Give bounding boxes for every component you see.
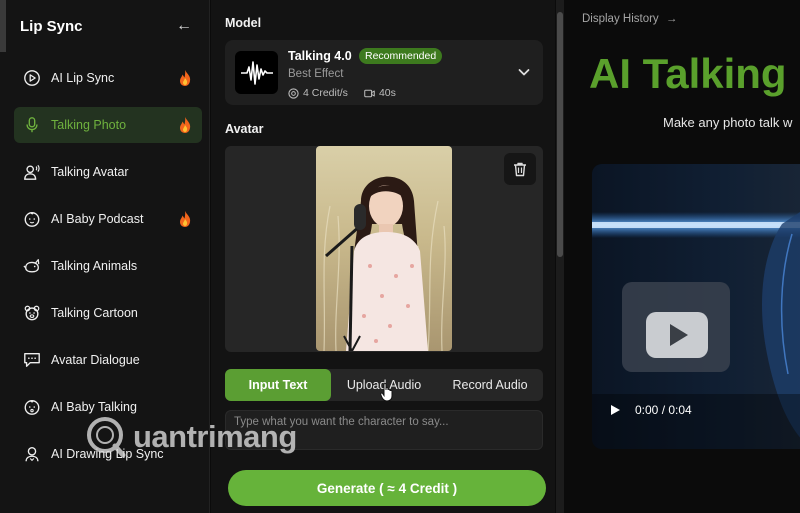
cartoon-bear-icon	[22, 303, 42, 323]
sidebar-item-talking-cartoon[interactable]: Talking Cartoon	[14, 295, 202, 331]
avatar-photo	[316, 146, 452, 351]
model-meta: 4 Credit/s 40s	[288, 87, 396, 99]
model-thumbnail	[235, 51, 278, 94]
sidebar-item-label: AI Lip Sync	[51, 71, 115, 85]
play-icon[interactable]	[609, 404, 621, 416]
arrow-right-icon: →	[665, 13, 678, 25]
model-section-label: Model	[225, 16, 262, 30]
recommended-badge: Recommended	[359, 48, 443, 64]
sidebar-item-label: Talking Cartoon	[51, 306, 138, 320]
video-duration-icon	[364, 89, 375, 97]
baby-face-icon	[22, 209, 42, 229]
hero-subtitle: Make any photo talk w	[663, 115, 793, 130]
avatar-section-label: Avatar	[225, 122, 264, 136]
model-subtitle: Best Effect	[288, 68, 344, 80]
sidebar-item-label: Talking Animals	[51, 259, 138, 273]
microphone-icon	[22, 115, 42, 135]
watermark: uantrimang	[85, 412, 315, 462]
animal-icon	[22, 256, 42, 276]
waveform-icon	[240, 60, 273, 85]
tab-input-text[interactable]: Input Text	[225, 369, 331, 401]
display-history-label: Display History	[582, 13, 659, 25]
model-selector[interactable]: Talking 4.0 Recommended Best Effect 4 Cr…	[225, 40, 543, 105]
sidebar-item-avatar-dialogue[interactable]: Avatar Dialogue	[14, 342, 202, 378]
video-controls: 0:00 / 0:04	[609, 403, 692, 417]
play-circle-icon	[22, 68, 42, 88]
model-name: Talking 4.0	[288, 49, 352, 63]
generate-button[interactable]: Generate ( ≈ 4 Credit )	[228, 470, 546, 506]
sidebar-item-label: Avatar Dialogue	[51, 353, 140, 367]
drawing-person-icon	[22, 444, 42, 464]
hand-cursor-icon	[380, 383, 393, 402]
sidebar-item-talking-animals[interactable]: Talking Animals	[14, 248, 202, 284]
tab-record-audio[interactable]: Record Audio	[437, 369, 543, 401]
sidebar-item-ai-baby-podcast[interactable]: AI Baby Podcast	[14, 201, 202, 237]
sidebar-edge-strip	[0, 0, 6, 52]
sidebar-item-label: Talking Avatar	[51, 165, 129, 179]
fire-icon	[180, 117, 191, 133]
person-speaking-icon	[22, 162, 42, 182]
back-arrow-icon[interactable]: ←	[176, 17, 192, 35]
sidebar-item-talking-photo[interactable]: Talking Photo	[14, 107, 202, 143]
sidebar-item-ai-lip-sync[interactable]: AI Lip Sync	[14, 60, 202, 96]
display-history-link[interactable]: Display History →	[582, 13, 677, 25]
video-time: 0:00 / 0:04	[635, 403, 692, 417]
baby-icon	[22, 397, 42, 417]
delete-avatar-button[interactable]	[504, 153, 536, 185]
preview-panel: Display History → AI Talking P Make any …	[565, 0, 800, 513]
hero-title: AI Talking P	[589, 50, 800, 97]
sidebar-title: Lip Sync	[20, 17, 83, 35]
credit-icon	[288, 87, 299, 99]
scrollbar-thumb[interactable]	[557, 12, 563, 257]
sidebar-item-label: AI Baby Podcast	[51, 212, 144, 226]
trash-icon	[514, 162, 526, 177]
watermark-text: uantrimang	[133, 419, 297, 454]
chevron-down-icon[interactable]	[517, 65, 531, 79]
fire-icon	[180, 70, 191, 86]
dialogue-icon	[22, 350, 42, 370]
fire-icon	[180, 211, 191, 227]
model-credits: 4 Credit/s	[303, 87, 348, 99]
sidebar-item-label: Talking Photo	[51, 118, 127, 132]
model-duration: 40s	[378, 87, 396, 99]
watermark-logo-icon	[87, 417, 126, 458]
sidebar-header: Lip Sync ←	[20, 14, 192, 38]
sidebar-item-talking-avatar[interactable]: Talking Avatar	[14, 154, 202, 190]
